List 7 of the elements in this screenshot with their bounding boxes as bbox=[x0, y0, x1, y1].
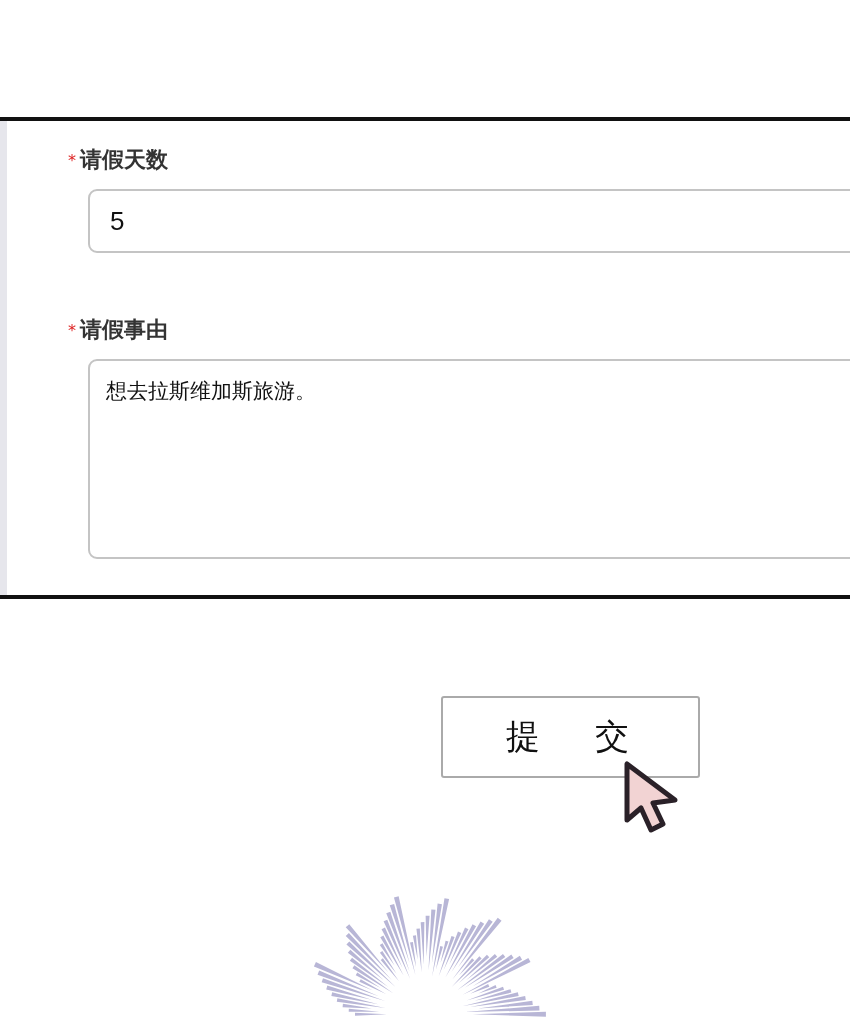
field-label: 请假天数 bbox=[80, 146, 168, 174]
required-mark: * bbox=[68, 320, 76, 340]
text-area[interactable]: 想去拉斯维加斯旅游。 bbox=[88, 359, 850, 559]
submit-button[interactable]: 提交 bbox=[441, 696, 700, 778]
field-label: 请假事由 bbox=[80, 316, 168, 344]
input-field[interactable]: 5 bbox=[88, 189, 850, 253]
required-mark: * bbox=[68, 150, 76, 170]
